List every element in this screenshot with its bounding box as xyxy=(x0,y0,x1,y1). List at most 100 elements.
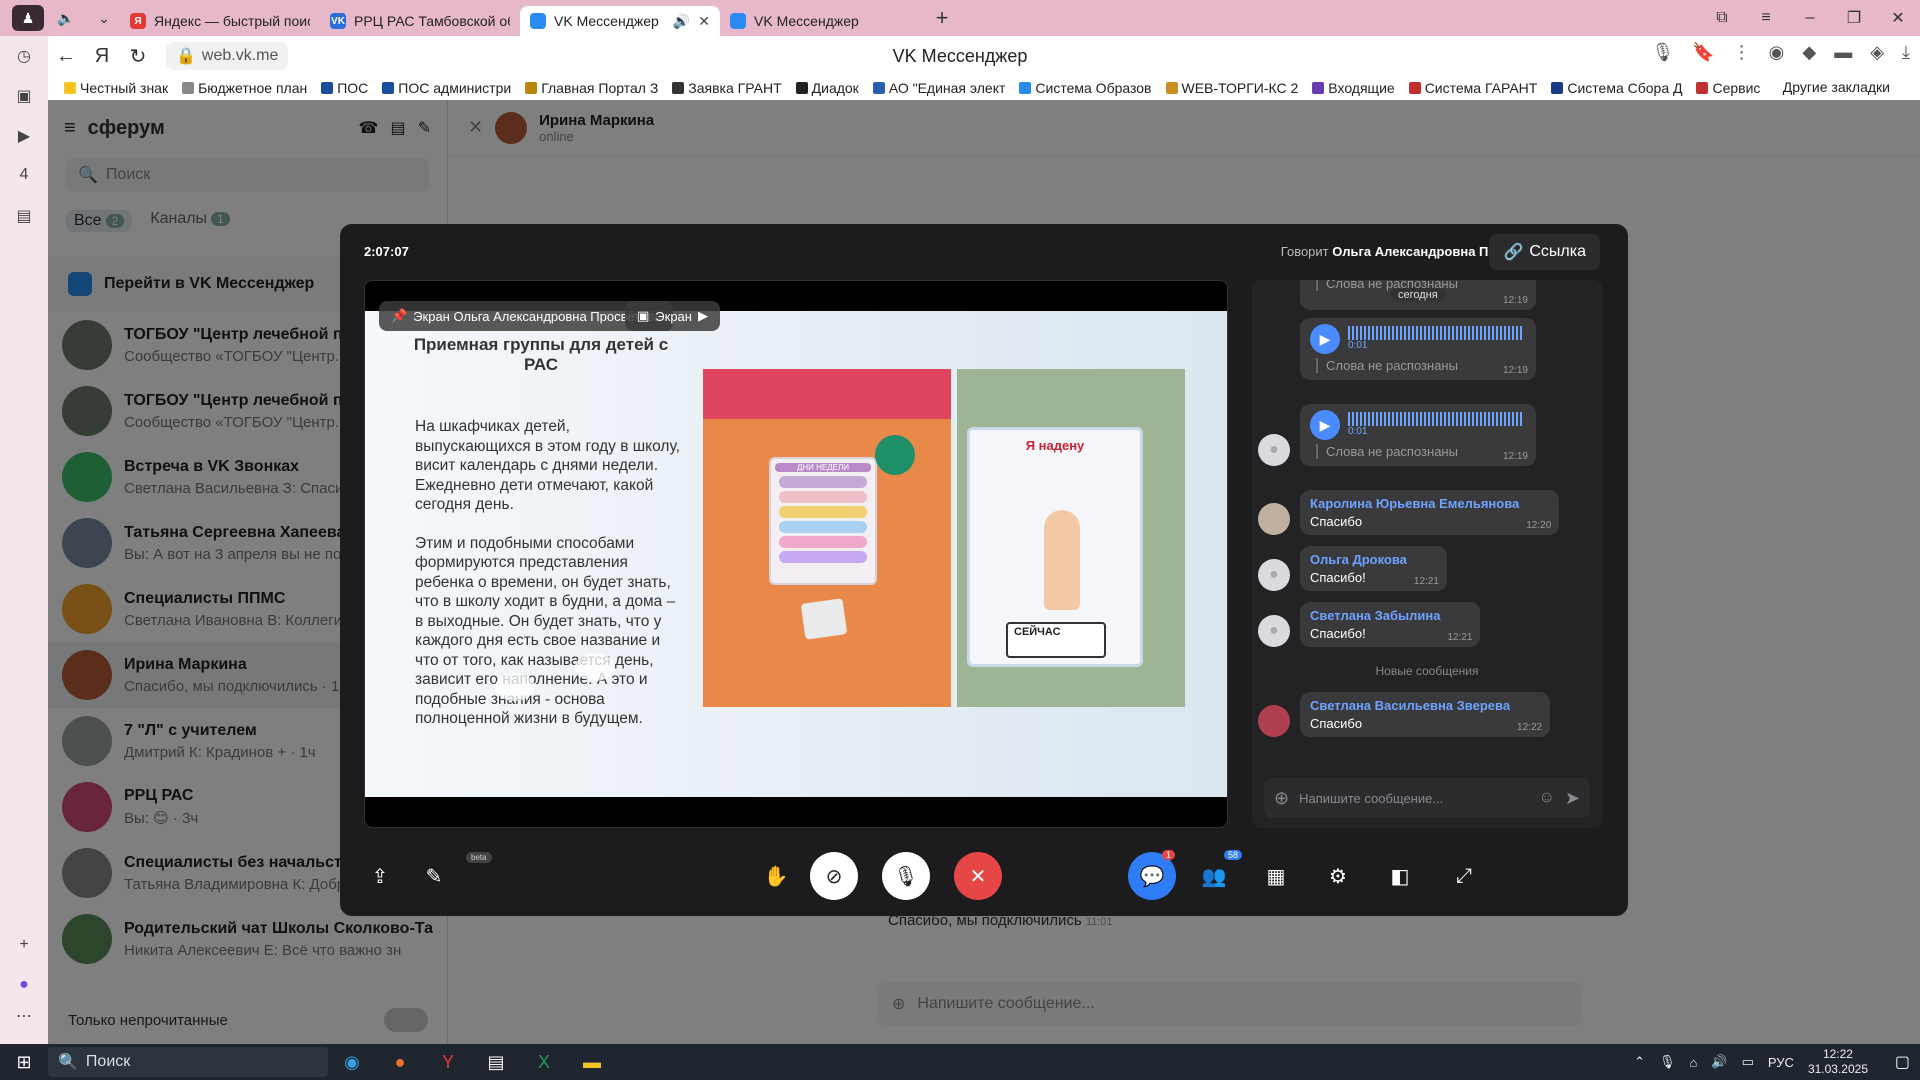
volume-icon[interactable]: 🔊 xyxy=(1711,1054,1727,1070)
notifications-icon[interactable]: ▢ xyxy=(1895,1052,1910,1072)
yandex-browser-icon[interactable]: Y xyxy=(424,1044,472,1080)
vk-messenger-icon xyxy=(530,13,546,29)
bookmarks-bar: Честный знак Бюджетное план ПОС ПОС адми… xyxy=(48,76,1920,100)
notepad-icon[interactable]: ▤ xyxy=(472,1044,520,1080)
avatar[interactable] xyxy=(1258,705,1290,737)
avatar[interactable]: ● xyxy=(1258,559,1290,591)
extension-icon[interactable]: ◉ xyxy=(1769,42,1785,63)
browser-tab-1[interactable]: Я Яндекс — быстрый поиск xyxy=(120,6,320,36)
emoji-icon[interactable]: ☺ xyxy=(1539,789,1555,807)
camera-off-button[interactable]: ⊘ xyxy=(810,852,858,900)
counter-icon[interactable]: 4 xyxy=(14,166,34,186)
avatar[interactable]: ● xyxy=(1258,434,1290,466)
minimize-call-button[interactable]: ◧ xyxy=(1376,852,1424,900)
avatar[interactable] xyxy=(1258,503,1290,535)
screen-icon: ▣ xyxy=(637,308,650,323)
bookmark-item[interactable]: Система Образов xyxy=(1019,80,1152,96)
effects-button[interactable]: ✎ xyxy=(410,852,458,900)
browser-tab-2[interactable]: VK РРЦ РАС Тамбовской обл xyxy=(320,6,520,36)
date-chip: сегодня xyxy=(1390,288,1446,302)
bookmark-item[interactable]: ПОС xyxy=(321,80,368,96)
mute-icon[interactable]: 🔈 xyxy=(50,5,82,31)
collections-icon[interactable]: ▣ xyxy=(14,86,34,106)
excel-icon[interactable]: X xyxy=(520,1044,568,1080)
send-icon[interactable]: ➤ xyxy=(1565,788,1580,809)
more-dots-icon[interactable]: ⋯ xyxy=(14,1006,34,1026)
other-bookmarks[interactable]: Другие закладки xyxy=(1783,79,1890,95)
minimize-icon[interactable]: – xyxy=(1788,9,1832,27)
bookmark-item[interactable]: Заявка ГРАНТ xyxy=(672,80,782,96)
avatar[interactable]: ● xyxy=(1258,615,1290,647)
microphone-icon[interactable]: 🎙 xyxy=(1651,42,1674,63)
download-icon[interactable]: ⤓ xyxy=(1902,42,1910,63)
close-window-icon[interactable]: ✕ xyxy=(1876,8,1920,28)
bookmark-item[interactable]: Входящие xyxy=(1312,80,1395,96)
microphone-icon[interactable]: 🎙 xyxy=(1659,1054,1676,1070)
bookmark-item[interactable]: Система Сбора Д xyxy=(1551,80,1682,96)
share-screen-button[interactable]: ⇪ xyxy=(356,852,404,900)
screen-view-chip[interactable]: ▣ Экран ▶ xyxy=(625,301,720,331)
browser-tab-3[interactable]: VK Мессенджер 🔊 ✕ xyxy=(520,6,720,36)
microphone-off-button[interactable]: 🎙 xyxy=(882,852,930,900)
bookmark-icon[interactable]: 🔖 xyxy=(1692,42,1714,63)
device-icon[interactable]: ▭ xyxy=(1742,1054,1754,1070)
raise-hand-button[interactable]: ✋ xyxy=(752,852,800,900)
add-panel-icon[interactable]: + xyxy=(14,936,34,956)
translate-icon[interactable]: ◆ xyxy=(1802,42,1816,63)
card-icon[interactable]: ▬ xyxy=(1834,42,1852,63)
fullscreen-button[interactable]: ⤢ xyxy=(1440,852,1488,900)
yandex-home-icon[interactable]: Я xyxy=(84,45,120,68)
tray-chevron-icon[interactable]: ⌃ xyxy=(1634,1054,1645,1070)
call-timer: 2:07:07 xyxy=(364,244,409,259)
bookmark-item[interactable]: АО "Единая элект xyxy=(872,80,1005,96)
firefox-icon[interactable]: ● xyxy=(376,1044,424,1080)
bookmark-item[interactable]: Диадок xyxy=(795,80,859,96)
url-field[interactable]: 🔒 web.vk.me xyxy=(166,42,289,70)
screen-share-view[interactable]: 📌 Экран Ольга Александровна Просветова ▣… xyxy=(364,280,1228,828)
bookmark-item[interactable]: ПОС администри xyxy=(382,80,511,96)
bookmark-item[interactable]: Честный знак xyxy=(64,80,168,96)
play-icon[interactable]: ▶ xyxy=(1310,324,1340,354)
add-icon[interactable]: ⊕ xyxy=(1274,788,1289,809)
close-tab-icon[interactable]: ✕ xyxy=(698,13,710,30)
network-icon[interactable]: ⌂ xyxy=(1690,1055,1698,1070)
vk-icon: VK xyxy=(330,13,346,29)
bookmark-item[interactable]: Главная Портал З xyxy=(525,80,658,96)
more-icon[interactable]: ⋮ xyxy=(1733,42,1751,63)
bookmark-item[interactable]: Бюджетное план xyxy=(182,80,307,96)
play-icon[interactable]: ▶ xyxy=(1310,410,1340,440)
grid-layout-button[interactable]: ▦ xyxy=(1252,852,1300,900)
new-tab-button[interactable]: + xyxy=(928,4,956,32)
speaking-indicator: Говорит Ольга Александровна П. xyxy=(1280,244,1492,259)
bookmark-item[interactable]: WEB-ТОРГИ-КС 2 xyxy=(1165,80,1298,96)
call-chat-input[interactable]: ⊕ Напишите сообщение... ☺ ➤ xyxy=(1264,778,1590,818)
gallery-icon[interactable]: ▤ xyxy=(14,206,34,226)
start-icon[interactable]: ⊞ xyxy=(0,1052,48,1073)
chevron-down-icon[interactable]: ⌄ xyxy=(88,5,120,31)
bookmark-item[interactable]: Система ГАРАНТ xyxy=(1408,80,1537,96)
settings-button[interactable]: ⚙ xyxy=(1314,852,1362,900)
back-icon[interactable]: ← xyxy=(48,45,84,68)
alice-icon[interactable]: ● xyxy=(14,976,34,996)
media-icon[interactable]: ▶ xyxy=(14,126,34,146)
language-indicator[interactable]: РУС xyxy=(1768,1055,1794,1070)
taskbar-search[interactable]: 🔍 Поиск xyxy=(48,1047,328,1077)
clock[interactable]: 12:22 31.03.2025 xyxy=(1808,1047,1868,1077)
bookmark-item[interactable]: Сервис xyxy=(1696,80,1760,96)
file-explorer-icon[interactable]: ▬ xyxy=(568,1044,616,1080)
restore-icon[interactable]: ❐ xyxy=(1832,8,1876,28)
chat-message: ● Ольга Дрокова Спасибо! 12:21 xyxy=(1258,546,1447,591)
weekday-calendar: ДНИ НЕДЕЛИ xyxy=(769,457,877,585)
copy-link-button[interactable]: 🔗 Ссылка xyxy=(1489,234,1600,270)
edge-icon[interactable]: ◉ xyxy=(328,1044,376,1080)
reload-icon[interactable]: ↻ xyxy=(120,44,156,69)
history-icon[interactable]: ◷ xyxy=(14,46,34,66)
menu-icon[interactable]: ≡ xyxy=(1744,9,1788,27)
shield-icon[interactable]: ◈ xyxy=(1870,42,1884,63)
participants-count-badge: 58 xyxy=(1224,850,1243,860)
tab-manager-icon[interactable]: ⧉ xyxy=(1700,9,1744,27)
profile-icon[interactable]: ♟ xyxy=(12,5,44,31)
end-call-button[interactable]: ✕ xyxy=(954,852,1002,900)
tab-audio-icon[interactable]: 🔊 xyxy=(673,13,690,30)
browser-tab-4[interactable]: VK Мессенджер xyxy=(720,6,920,36)
